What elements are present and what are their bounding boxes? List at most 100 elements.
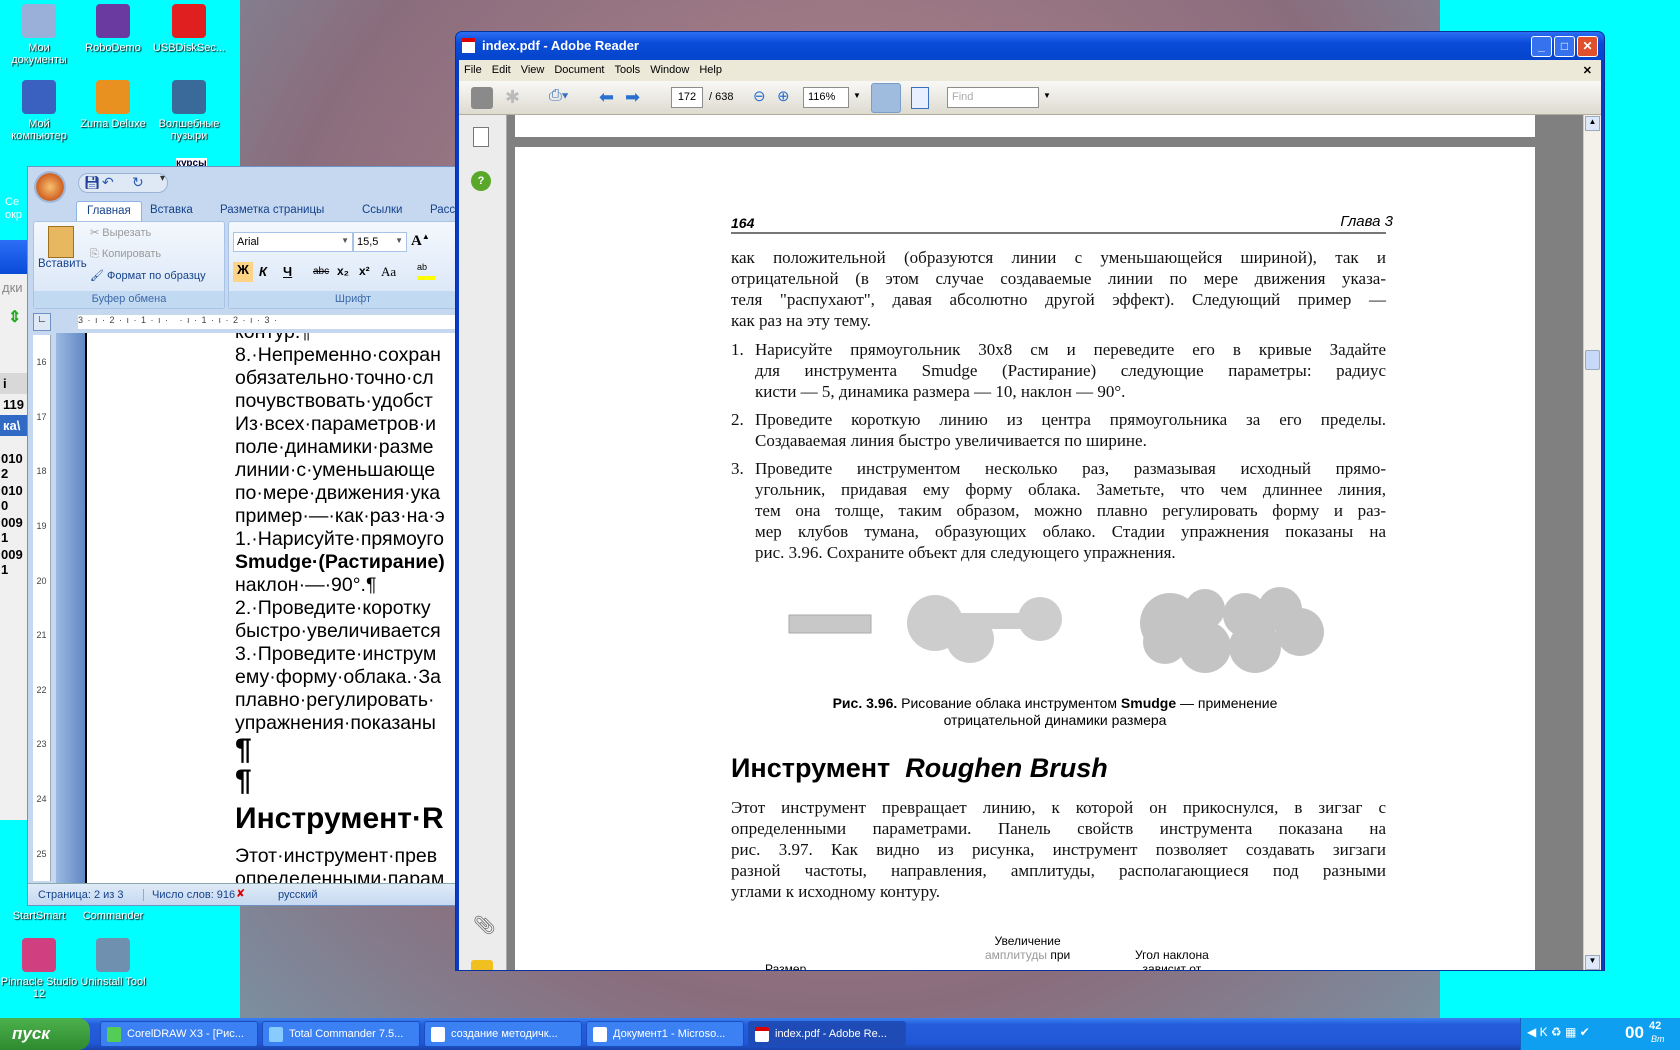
previous-page-button[interactable]: ⬅ [599,87,614,109]
select-tool-icon[interactable]: ⎙▾ [549,87,579,109]
text-line: мер клубов тумана, образующих облако. Ст… [755,522,1386,541]
change-case-button[interactable]: Aa [381,264,396,280]
grow-font-button[interactable]: A▲ [411,232,430,250]
office-button[interactable] [34,171,66,203]
total-commander-window[interactable]: дки ⇕ i 119 ка\ 010 2 010 0 009 1 009 1 [0,240,27,820]
italic-button[interactable]: К [259,264,267,279]
desktop-icon-robodemo[interactable]: RoboDemo [74,4,152,54]
find-input[interactable]: Find [947,87,1039,108]
desktop-icon-usbdisk[interactable]: USBDiskSec... [150,4,228,54]
list-number: 2. [731,410,744,429]
clock[interactable]: 00 [1625,1023,1644,1043]
comments-icon[interactable] [471,960,493,970]
tab-home[interactable]: Главная [76,201,142,222]
desktop-icon-my-computer[interactable]: Мой компьютер [0,80,78,142]
doc-line: поле·динамики·разме [235,436,434,458]
task-word-doc[interactable]: создание методичк... [424,1021,582,1047]
desktop-icon-pinnacle[interactable]: Pinnacle Studio 12 [0,938,78,1000]
page-number-input[interactable]: 172 [671,87,703,108]
start-button[interactable]: пуск [0,1018,90,1050]
vertical-ruler[interactable]: 16 17 18 19 20 21 22 23 24 25 [33,335,51,881]
cut-button[interactable]: ✂ Вырезать [90,226,151,239]
desktop-icon-uninstall[interactable]: Uninstall Tool [74,938,152,988]
task-adobe-reader[interactable]: index.pdf - Adobe Re... [748,1021,906,1047]
task-coreldraw[interactable]: CorelDRAW X3 - [Рис... [100,1021,258,1047]
collaborate-icon[interactable]: ✱ [505,87,525,109]
subscript-button[interactable]: x₂ [337,264,349,278]
attachments-icon[interactable]: 📎︎ [473,915,496,936]
vertical-scrollbar[interactable]: ▲ ▼ [1583,115,1601,970]
tab-insert[interactable]: Вставка [140,201,203,219]
menu-tools[interactable]: Tools [610,60,646,80]
strikethrough-button[interactable]: abc [313,266,329,277]
zoom-in-button[interactable]: ⊕ [777,87,790,109]
next-page-button[interactable]: ➡ [625,87,640,109]
adobe-reader-window[interactable]: index.pdf - Adobe Reader _ □ ✕ File Edit V… [455,31,1605,971]
text-line: углами к исходному контуру. [731,882,940,901]
document-view[interactable]: 164 Глава 3 как положительной (образуютс… [507,115,1583,970]
highlight-icon[interactable]: ab [417,262,435,280]
menu-file[interactable]: File [459,60,487,80]
swap-icon[interactable]: ⇕ [0,301,27,333]
close-document-icon[interactable]: ✕ [1578,60,1597,81]
status-bar: Страница: 2 из 3 Число слов: 916 ✘ русск… [28,883,466,905]
save-icon[interactable]: 💾︎ [84,175,101,191]
menu-window[interactable]: Window [645,60,694,80]
desktop-icon-commander[interactable]: Commander [74,910,152,922]
maximize-button[interactable]: □ [1554,36,1575,57]
copy-button[interactable]: ⎘ Копировать [90,248,161,261]
doc-line: 8.·Непременно·сохран [235,344,441,366]
help-icon[interactable]: ? [471,171,491,191]
desktop-icon-bubbles[interactable]: Волшебные пузыри [150,80,228,142]
desktop-icon-my-documents[interactable]: Мои документы [0,4,78,66]
word-window[interactable]: 💾︎ ↶ ↻ ▾ Главная Вставка Разметка страни… [27,166,467,906]
figure-caption: Рис. 3.96. Рисование облака инструментом… [832,695,1278,728]
zoom-dropdown[interactable]: ▼ [853,91,861,113]
menu-help[interactable]: Help [694,60,727,80]
format-painter-button[interactable]: 🖌︎ Формат по образцу [90,269,206,282]
scroll-thumb[interactable] [1585,350,1600,370]
font-name-select[interactable]: Arial ▼ [233,232,353,252]
pages-icon[interactable] [473,127,489,147]
title-bar[interactable]: index.pdf - Adobe Reader _ □ ✕ [456,32,1604,60]
close-button[interactable]: ✕ [1577,36,1598,57]
fit-page-button[interactable] [911,87,929,109]
menu-document[interactable]: Document [549,60,609,80]
desktop-icon-zuma[interactable]: Zuma Deluxe [74,80,152,130]
language-indicator[interactable]: русский [278,889,317,901]
tab-references[interactable]: Ссылки [352,201,413,219]
redo-icon[interactable]: ↻ [132,174,144,191]
menu-edit[interactable]: Edit [487,60,516,80]
zoom-input[interactable]: 116% [803,87,849,108]
fit-width-button[interactable] [871,83,901,113]
find-dropdown[interactable]: ▼ [1043,91,1051,113]
superscript-button[interactable]: x² [359,264,370,278]
task-total-commander[interactable]: Total Commander 7.5... [262,1021,420,1047]
tab-selector[interactable]: ∟ [33,313,51,331]
horizontal-ruler[interactable]: 3 · ı · 2 · ı · 1 · ı · · ı · 1 · ı · 2 … [78,315,466,329]
customize-toolbar-icon[interactable]: ▾ [160,173,165,184]
bold-button[interactable]: Ж [233,262,253,282]
section-heading: Инструмент Roughen Brush [731,753,1108,783]
proofing-icon[interactable]: ✘ [236,887,245,900]
word-count[interactable]: Число слов: 916 [143,889,235,901]
desktop-icon-startsmart[interactable]: StartSmart [0,910,78,922]
undo-icon[interactable]: ↶ [102,174,114,191]
pilcrow: ¶ [235,733,252,766]
document-page[interactable]: контур.¶ 8.·Непременно·сохран обязательн… [85,333,466,883]
text-line: Проведите инструментом несколько раз, ра… [755,459,1386,478]
underline-button[interactable]: Ч [283,264,292,279]
scroll-down-button[interactable]: ▼ [1585,955,1600,970]
tab-page-layout[interactable]: Разметка страницы [210,201,334,219]
minimize-button[interactable]: _ [1531,36,1552,57]
clipboard-group-label: Буфер обмена [34,291,224,308]
page-count[interactable]: Страница: 2 из 3 [38,889,124,901]
print-icon[interactable] [471,87,493,109]
tray-icons[interactable]: ◀ K ♻ ▦ ✔ [1527,1025,1590,1039]
menu-view[interactable]: View [516,60,550,80]
scroll-up-button[interactable]: ▲ [1585,116,1600,131]
task-word-doc1[interactable]: Документ1 - Microso... [586,1021,744,1047]
paste-button[interactable]: Вставить [38,258,87,270]
font-size-select[interactable]: 15,5 ▼ [353,232,407,252]
zoom-out-button[interactable]: ⊖ [753,87,766,109]
